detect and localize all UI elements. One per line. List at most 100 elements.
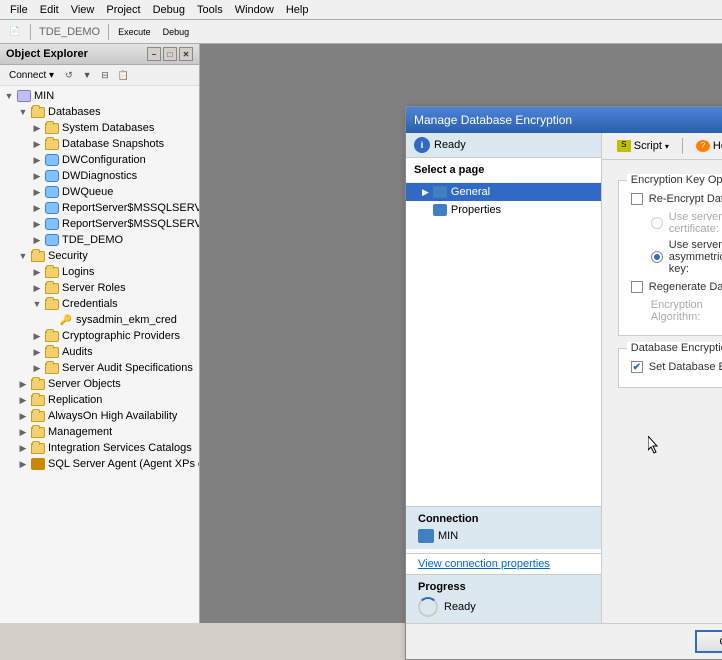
- asymmetric-radio[interactable]: [651, 251, 663, 263]
- tree-item-integration[interactable]: ▶ Integration Services Catalogs: [2, 440, 197, 456]
- ok-button[interactable]: OK: [695, 630, 722, 653]
- connection-server-name: MIN: [438, 530, 458, 542]
- menu-file[interactable]: File: [4, 2, 34, 18]
- encryption-key-section: Encryption Key Option Re-Encrypt Databas…: [618, 180, 722, 336]
- set-encryption-checkbox[interactable]: ✔: [631, 361, 643, 373]
- tree-item-min[interactable]: ▼ MIN: [2, 88, 197, 104]
- page-general[interactable]: ▶ General: [406, 183, 601, 201]
- dialog-title: Manage Database Encryption: [414, 113, 572, 127]
- dialog-footer: OK Cancel Help: [406, 623, 722, 659]
- tree-item-server-roles[interactable]: ▶ Server Roles: [2, 280, 197, 296]
- tree-item-snapshots[interactable]: ▶ Database Snapshots: [2, 136, 197, 152]
- page-props-icon: [433, 204, 447, 216]
- status-icon: i: [414, 137, 430, 153]
- tree-item-credentials[interactable]: ▼ Credentials: [2, 296, 197, 312]
- tree-item-reportserver2[interactable]: ▶ ReportServer$MSSQLSERVER: [2, 216, 197, 232]
- re-encrypt-option[interactable]: Re-Encrypt Database Encryption Key:: [631, 193, 722, 205]
- progress-status: Ready: [444, 601, 476, 613]
- tree-item-sysadmin-cred[interactable]: ▶ 🔑 sysadmin_ekm_cred: [2, 312, 197, 328]
- page-general-label: General: [451, 186, 490, 198]
- progress-section: Progress Ready: [406, 574, 601, 623]
- connection-server: MIN: [418, 529, 589, 543]
- tree-item-alwayson[interactable]: ▶ AlwaysOn High Availability: [2, 408, 197, 424]
- dialog-content: Encryption Key Option Re-Encrypt Databas…: [602, 160, 722, 623]
- asymmetric-label: Use server asymmetric key:: [669, 239, 722, 275]
- tree-item-system-db[interactable]: ▶ System Databases: [2, 120, 197, 136]
- page-general-icon: ▶: [422, 187, 429, 198]
- page-properties-label: Properties: [451, 204, 501, 216]
- debug-button[interactable]: Debug: [158, 22, 195, 42]
- menu-edit[interactable]: Edit: [34, 2, 65, 18]
- help-icon: ?: [696, 140, 710, 152]
- use-server-cert-option: Use server certificate: ▾: [651, 211, 722, 235]
- script-icon: S: [617, 140, 631, 152]
- regenerate-option[interactable]: Regenerate Database Encryption Key:: [631, 281, 722, 293]
- progress-header: Progress: [418, 581, 589, 593]
- help-button[interactable]: ? Help: [689, 137, 722, 155]
- execute-button[interactable]: Execute: [113, 22, 156, 42]
- manage-encryption-dialog: Manage Database Encryption − □ ✕ i Ready…: [405, 106, 722, 660]
- page-props-spacer: ▶: [422, 205, 429, 216]
- menu-bar: File Edit View Project Debug Tools Windo…: [0, 0, 722, 20]
- script-button[interactable]: S Script ▾: [610, 137, 676, 155]
- collapse-button[interactable]: ⊟: [97, 67, 113, 83]
- regenerate-checkbox[interactable]: [631, 281, 643, 293]
- re-encrypt-checkbox[interactable]: [631, 193, 643, 205]
- select-page-label: Select a page: [406, 158, 601, 183]
- script-dropdown-arrow: ▾: [665, 142, 669, 151]
- tree-item-dwqueue[interactable]: ▶ DWQueue: [2, 184, 197, 200]
- tree-item-management[interactable]: ▶ Management: [2, 424, 197, 440]
- toolbar-sep-2: [108, 24, 109, 40]
- use-cert-radio: [651, 217, 663, 229]
- tree-item-dwdiag[interactable]: ▶ DWDiagnostics: [2, 168, 197, 184]
- menu-view[interactable]: View: [65, 2, 101, 18]
- page-icon-img: [433, 186, 447, 198]
- refresh-button[interactable]: ↺: [61, 67, 77, 83]
- tree-item-crypto[interactable]: ▶ Cryptographic Providers: [2, 328, 197, 344]
- object-explorer: Object Explorer − □ ✕ Connect ▾ ↺ ▼ ⊟ 📋 …: [0, 44, 200, 623]
- tree-item-logins[interactable]: ▶ Logins: [2, 264, 197, 280]
- encryption-key-title: Encryption Key Option: [627, 174, 722, 186]
- panel-minimize[interactable]: −: [147, 47, 161, 61]
- tree-item-dwconfig[interactable]: ▶ DWConfiguration: [2, 152, 197, 168]
- tree-item-audits[interactable]: ▶ Audits: [2, 344, 197, 360]
- page-properties[interactable]: ▶ Properties: [406, 201, 601, 219]
- re-encrypt-label: Re-Encrypt Database Encryption Key:: [649, 193, 722, 205]
- tree-item-server-objects[interactable]: ▶ Server Objects: [2, 376, 197, 392]
- use-cert-label: Use server certificate:: [669, 211, 722, 235]
- tree-item-audit-specs[interactable]: ▶ Server Audit Specifications: [2, 360, 197, 376]
- tree-item-reportserver1[interactable]: ▶ ReportServer$MSSQLSERVER: [2, 200, 197, 216]
- tree-item-sql-agent[interactable]: ▶ SQL Server Agent (Agent XPs disabl: [2, 456, 197, 472]
- connect-button[interactable]: Connect ▾: [4, 68, 59, 83]
- connection-section: Connection MIN: [406, 506, 601, 549]
- new-query-button[interactable]: 📄: [4, 22, 26, 42]
- menu-window[interactable]: Window: [229, 2, 280, 18]
- db-name-label: TDE_DEMO: [39, 26, 100, 38]
- panel-restore[interactable]: □: [163, 47, 177, 61]
- progress-row: Ready: [418, 597, 589, 617]
- properties-button[interactable]: 📋: [115, 67, 131, 83]
- tree-item-tde-demo[interactable]: ▶ TDE_DEMO: [2, 232, 197, 248]
- script-label: Script: [634, 140, 662, 152]
- panel-close[interactable]: ✕: [179, 47, 193, 61]
- help-label: Help: [713, 140, 722, 152]
- set-encryption-option[interactable]: ✔ Set Database Encryption On Now TDE is …: [631, 361, 722, 373]
- server-icon: [418, 529, 434, 543]
- dialog-right-panel: S Script ▾ ? Help Encryption: [602, 133, 722, 623]
- tree-item-security[interactable]: ▼ Security: [2, 248, 197, 264]
- tree-item-replication[interactable]: ▶ Replication: [2, 392, 197, 408]
- dialog-titlebar: Manage Database Encryption − □ ✕: [406, 107, 722, 133]
- menu-debug[interactable]: Debug: [147, 2, 191, 18]
- set-encryption-label: Set Database Encryption On: [649, 361, 722, 373]
- connection-header: Connection: [418, 513, 589, 525]
- dialog-left-panel: i Ready Select a page ▶ General ▶ Proper…: [406, 133, 602, 623]
- view-connection-link[interactable]: View connection properties: [406, 553, 601, 574]
- use-asymmetric-option[interactable]: Use server asymmetric key: TDE_KEY ▾: [651, 239, 722, 275]
- menu-help[interactable]: Help: [280, 2, 315, 18]
- tree-item-databases[interactable]: ▼ Databases: [2, 104, 197, 120]
- filter-button[interactable]: ▼: [79, 67, 95, 83]
- menu-project[interactable]: Project: [100, 2, 146, 18]
- algorithm-label: Encryption Algorithm:: [651, 299, 722, 323]
- regenerate-label: Regenerate Database Encryption Key:: [649, 281, 722, 293]
- menu-tools[interactable]: Tools: [191, 2, 229, 18]
